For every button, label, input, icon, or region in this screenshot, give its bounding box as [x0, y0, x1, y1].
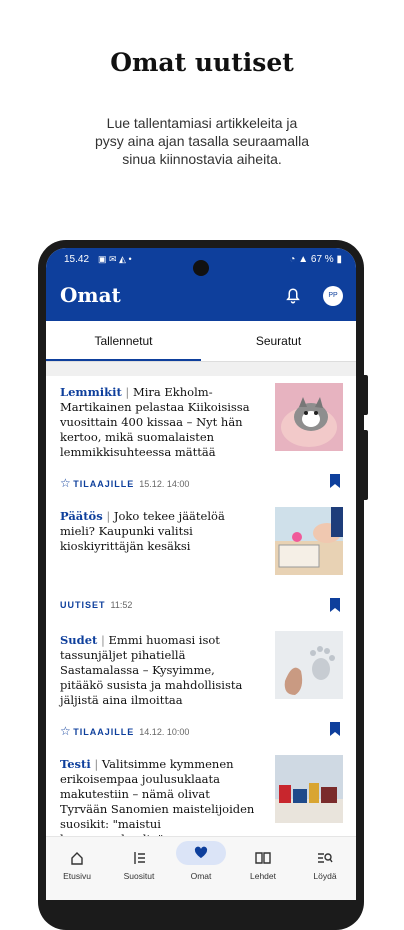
- article-headline[interactable]: Päätös | Joko tekee jäätelöä mieli? Kaup…: [60, 509, 260, 554]
- home-icon: [71, 852, 83, 865]
- page-title: Omat: [60, 283, 121, 307]
- nav-suositut[interactable]: Suositut: [108, 851, 170, 881]
- article-kicker: Päätös: [60, 509, 103, 523]
- bell-icon[interactable]: [284, 287, 302, 305]
- article-card[interactable]: Päätös | Joko tekee jäätelöä mieli? Kaup…: [46, 500, 356, 625]
- book-icon: [255, 852, 271, 864]
- app-bar: 15.42 ▣ ✉ ◭ • ◔ ▲ 67 % ▮ Omat PP: [46, 248, 356, 321]
- kicker-separator: |: [94, 757, 102, 771]
- heart-icon: [194, 846, 208, 858]
- phone-side-button: [364, 375, 368, 415]
- ice-cream-kiosk-photo[interactable]: [275, 507, 343, 575]
- avatar[interactable]: PP: [323, 286, 343, 306]
- kicker-separator: |: [101, 633, 109, 647]
- nav-label: Omat: [190, 871, 212, 881]
- article-time: 15.12. 14:00: [139, 479, 190, 489]
- bookmark-icon[interactable]: [329, 598, 341, 612]
- subscriber-tag: TILAAJILLE: [73, 479, 135, 489]
- notification-icons: ▣ ✉ ◭ •: [98, 254, 132, 264]
- feed-divider: [46, 362, 356, 376]
- article-meta: ☆ TILAAJILLE 15.12. 14:00: [60, 476, 189, 490]
- nav-etusivu[interactable]: Etusivu: [46, 851, 108, 881]
- bookmark-icon[interactable]: [329, 722, 341, 736]
- article-kicker: Lemmikit: [60, 385, 122, 399]
- nav-label: Lehdet: [250, 871, 276, 881]
- article-headline[interactable]: Sudet | Emmi huomasi isot tassunjäljet p…: [60, 633, 260, 708]
- promo-subtitle: Lue tallentamiasi artikkeleita ja pysy a…: [94, 115, 309, 167]
- article-time: 14.12. 10:00: [139, 727, 190, 737]
- tab-seuratut[interactable]: Seuratut: [201, 321, 356, 361]
- star-icon: ☆: [60, 476, 71, 490]
- nav-label: Suositut: [123, 871, 155, 881]
- nav-label: Löydä: [313, 871, 337, 881]
- star-icon: ☆: [60, 724, 71, 738]
- chocolate-boxes-photo[interactable]: [275, 755, 343, 823]
- status-right: ◔ ▲ 67 % ▮: [289, 254, 342, 265]
- article-kicker: Sudet: [60, 633, 98, 647]
- article-kicker: Testi: [60, 757, 91, 771]
- status-time: 15.42: [64, 254, 90, 265]
- nav-lehdet[interactable]: Lehdet: [232, 851, 294, 881]
- bookmark-icon[interactable]: [329, 474, 341, 488]
- camera-cutout: [193, 260, 209, 276]
- kicker-separator: |: [106, 509, 114, 523]
- wifi-signal-icon: ◔ ▲: [289, 254, 311, 265]
- article-headline[interactable]: Testi | Valitsimme kymmenen erikoisempaa…: [60, 757, 260, 847]
- promo-title: Omat uutiset: [110, 48, 294, 77]
- tab-bar: Tallennetut Seuratut: [46, 321, 356, 362]
- app-screen: 15.42 ▣ ✉ ◭ • ◔ ▲ 67 % ▮ Omat PP Tallenn…: [46, 248, 356, 900]
- article-card[interactable]: Sudet | Emmi huomasi isot tassunjäljet p…: [46, 624, 356, 749]
- article-headline[interactable]: Lemmikit | Mira Ekholm-Martikainen pelas…: [60, 385, 260, 460]
- list-icon: [134, 852, 145, 864]
- article-time: 11:52: [110, 600, 133, 610]
- phone-volume-button: [364, 430, 368, 500]
- nav-active-indicator: [176, 841, 226, 865]
- nav-label: Etusivu: [63, 871, 91, 881]
- paw-print-snow-photo[interactable]: [275, 631, 343, 699]
- article-meta: UUTISET 11:52: [60, 600, 132, 610]
- bottom-navigation: Etusivu Suositut Omat Lehdet Löydä: [46, 836, 356, 900]
- subscriber-tag: TILAAJILLE: [73, 727, 135, 737]
- kitten-photo[interactable]: [275, 383, 343, 451]
- article-meta: ☆ TILAAJILLE 14.12. 10:00: [60, 724, 189, 738]
- battery-icon: ▮: [336, 254, 342, 265]
- article-card[interactable]: Lemmikit | Mira Ekholm-Martikainen pelas…: [46, 376, 356, 501]
- kicker-separator: |: [125, 385, 133, 399]
- nav-loyda[interactable]: Löydä: [294, 851, 356, 881]
- category-tag: UUTISET: [60, 600, 106, 610]
- battery-level: 67 %: [310, 254, 334, 265]
- tab-tallennetut[interactable]: Tallennetut: [46, 321, 201, 361]
- search-list-icon: [318, 853, 333, 863]
- nav-omat[interactable]: Omat: [170, 841, 232, 881]
